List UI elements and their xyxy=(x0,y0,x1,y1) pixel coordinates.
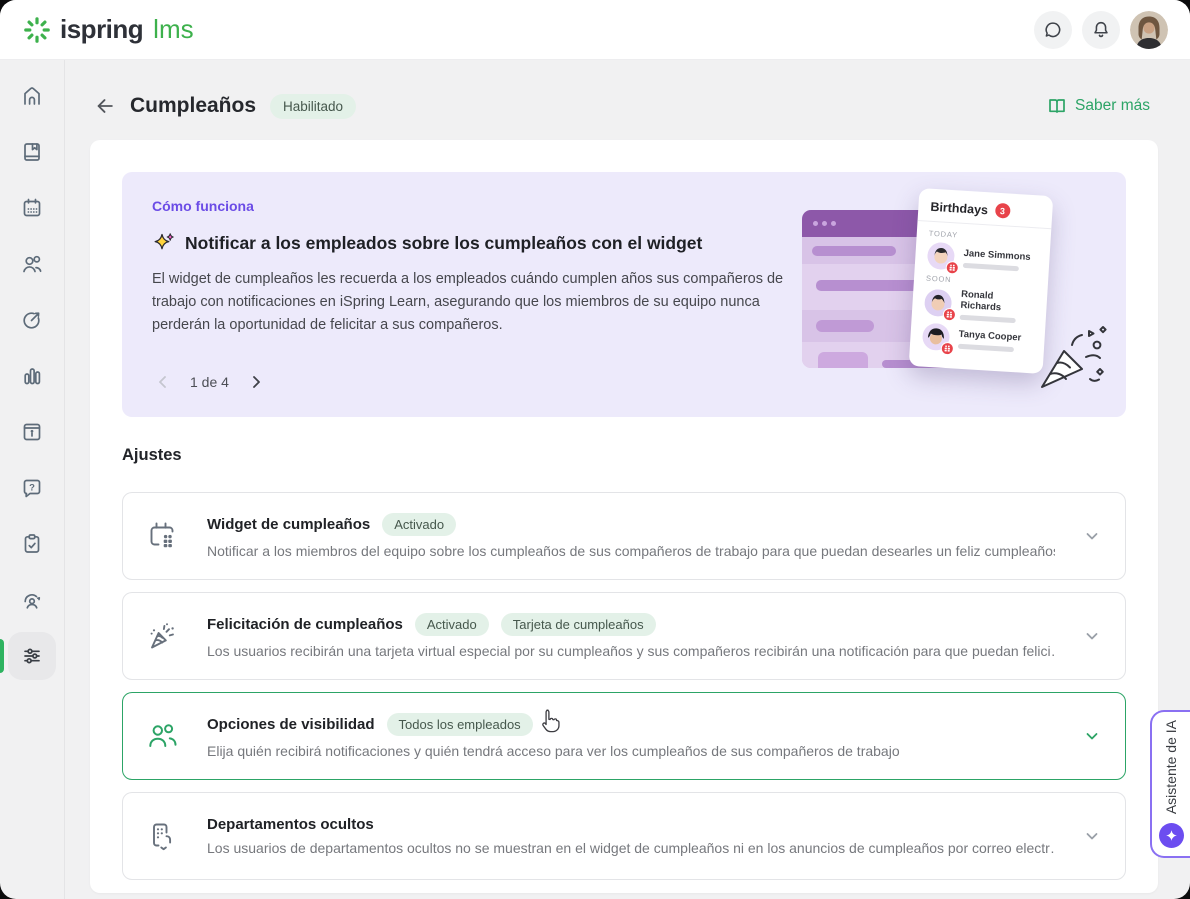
sidebar-item-help[interactable]: ? xyxy=(8,464,56,512)
learn-more-link[interactable]: Saber más xyxy=(1047,96,1150,116)
card-widget-de-cumpleanos[interactable]: Widget de cumpleaños Activado Notificar … xyxy=(122,492,1126,580)
card-title: Felicitación de cumpleaños xyxy=(207,616,403,633)
card-description: Notificar a los miembros del equipo sobr… xyxy=(207,543,1055,559)
open-book-icon xyxy=(1047,96,1067,116)
person-name: Tanya Cooper xyxy=(958,328,1021,343)
people-icon xyxy=(145,719,179,753)
banner-title: Notificar a los empleados sobre los cump… xyxy=(185,233,702,254)
card-title: Widget de cumpleaños xyxy=(207,516,370,533)
how-it-works-banner: Cómo funciona Notificar a los empleados … xyxy=(122,172,1126,417)
settings-card-list: Widget de cumpleaños Activado Notificar … xyxy=(122,492,1126,892)
status-badge: Habilitado xyxy=(270,94,356,119)
content-panel: Cómo funciona Notificar a los empleados … xyxy=(90,140,1158,893)
notifications-button[interactable] xyxy=(1082,11,1120,49)
target-arrow-icon xyxy=(20,308,44,332)
party-popper-icon xyxy=(145,619,179,653)
calendar-gift-icon xyxy=(145,519,179,553)
sidebar-item-goals[interactable] xyxy=(8,296,56,344)
app-window: ispring lms xyxy=(0,0,1190,899)
settings-sliders-icon xyxy=(20,644,44,668)
birthday-person-row: Jane Simmons xyxy=(927,242,1038,276)
birthdays-count-badge: 3 xyxy=(995,203,1011,219)
users-icon xyxy=(20,252,44,276)
card-badge: Activado xyxy=(415,613,489,636)
book-icon xyxy=(20,140,44,164)
banner-eyebrow: Cómo funciona xyxy=(152,198,812,214)
clipboard-check-icon xyxy=(20,532,44,556)
logo-text-primary: ispring xyxy=(60,14,143,45)
bar-chart-icon xyxy=(20,364,44,388)
calendar-icon xyxy=(20,196,44,220)
user-avatar[interactable] xyxy=(1130,11,1168,49)
pagination-prev-button[interactable] xyxy=(152,371,174,393)
sidebar-item-info-panel[interactable] xyxy=(8,408,56,456)
gift-icon xyxy=(940,342,954,356)
card-badge: Tarjeta de cumpleaños xyxy=(501,613,656,636)
card-badge: Todos los empleados xyxy=(387,713,533,736)
card-felicitacion-de-cumpleanos[interactable]: Felicitación de cumpleaños Activado Tarj… xyxy=(122,592,1126,680)
ai-sparkle-icon xyxy=(1159,823,1184,848)
card-description: Elija quién recibirá notificaciones y qu… xyxy=(207,743,1055,759)
sparkles-icon xyxy=(152,231,176,255)
sidebar-item-performance[interactable] xyxy=(8,576,56,624)
chevron-down-icon[interactable] xyxy=(1083,627,1101,645)
sidebar-item-calendar[interactable] xyxy=(8,184,56,232)
svg-text:?: ? xyxy=(29,482,35,493)
pagination-next-button[interactable] xyxy=(245,371,267,393)
banner-illustration: Birthdays 3 TODAY xyxy=(802,192,1102,397)
sidebar-item-courses[interactable] xyxy=(8,128,56,176)
chevron-down-icon[interactable] xyxy=(1083,727,1101,745)
page-title: Cumpleaños xyxy=(130,94,256,118)
page-header: Cumpleaños Habilitado Saber más xyxy=(88,86,1150,126)
card-description: Los usuarios de departamentos ocultos no… xyxy=(207,840,1055,856)
person-gauge-icon xyxy=(20,588,44,612)
banner-pagination: 1 de 4 xyxy=(152,371,267,393)
top-bar: ispring lms xyxy=(0,0,1190,60)
person-name: Ronald Richards xyxy=(960,289,1035,315)
chevron-down-icon[interactable] xyxy=(1083,527,1101,545)
sidebar-item-users[interactable] xyxy=(8,240,56,288)
logo-text-secondary: lms xyxy=(153,14,193,45)
back-arrow-icon xyxy=(94,95,116,117)
sidebar-item-settings[interactable] xyxy=(8,632,56,680)
card-badge: Activado xyxy=(382,513,456,536)
gift-icon xyxy=(943,308,957,322)
birthdays-widget-title: Birthdays xyxy=(930,199,988,216)
help-bubble-icon: ? xyxy=(20,476,44,500)
active-nav-indicator xyxy=(0,639,4,673)
settings-heading: Ajustes xyxy=(122,446,182,465)
sidebar-nav: ? xyxy=(0,60,65,899)
messages-button[interactable] xyxy=(1034,11,1072,49)
birthday-person-row: Ronald Richards xyxy=(924,287,1036,325)
card-title: Opciones de visibilidad xyxy=(207,716,375,733)
sidebar-item-reports[interactable] xyxy=(8,352,56,400)
info-panel-icon xyxy=(20,420,44,444)
card-opciones-de-visibilidad[interactable]: Opciones de visibilidad Todos los emplea… xyxy=(122,692,1126,780)
gift-icon xyxy=(945,261,959,275)
sidebar-item-home[interactable] xyxy=(8,72,56,120)
pagination-label: 1 de 4 xyxy=(190,374,229,390)
ispring-flower-icon xyxy=(22,15,52,45)
card-departamentos-ocultos[interactable]: Departamentos ocultos Los usuarios de de… xyxy=(122,792,1126,880)
home-icon xyxy=(20,84,44,108)
person-name: Jane Simmons xyxy=(963,247,1031,262)
sidebar-item-tasks[interactable] xyxy=(8,520,56,568)
card-description: Los usuarios recibirán una tarjeta virtu… xyxy=(207,643,1055,659)
ai-assistant-tab[interactable]: Asistente de IA xyxy=(1150,710,1190,858)
chat-bubble-icon xyxy=(1042,19,1064,41)
birthday-person-row: Tanya Cooper xyxy=(922,323,1033,357)
ispring-logo[interactable]: ispring lms xyxy=(22,14,194,45)
party-popper-doodle xyxy=(1028,315,1114,401)
learn-more-label: Saber más xyxy=(1075,97,1150,115)
banner-body: El widget de cumpleaños les recuerda a l… xyxy=(152,268,812,338)
back-button[interactable] xyxy=(88,89,122,123)
hidden-department-building-icon xyxy=(145,819,179,853)
chevron-down-icon[interactable] xyxy=(1083,827,1101,845)
bell-icon xyxy=(1090,19,1112,41)
card-title: Departamentos ocultos xyxy=(207,816,374,833)
ai-assistant-label: Asistente de IA xyxy=(1163,720,1179,814)
